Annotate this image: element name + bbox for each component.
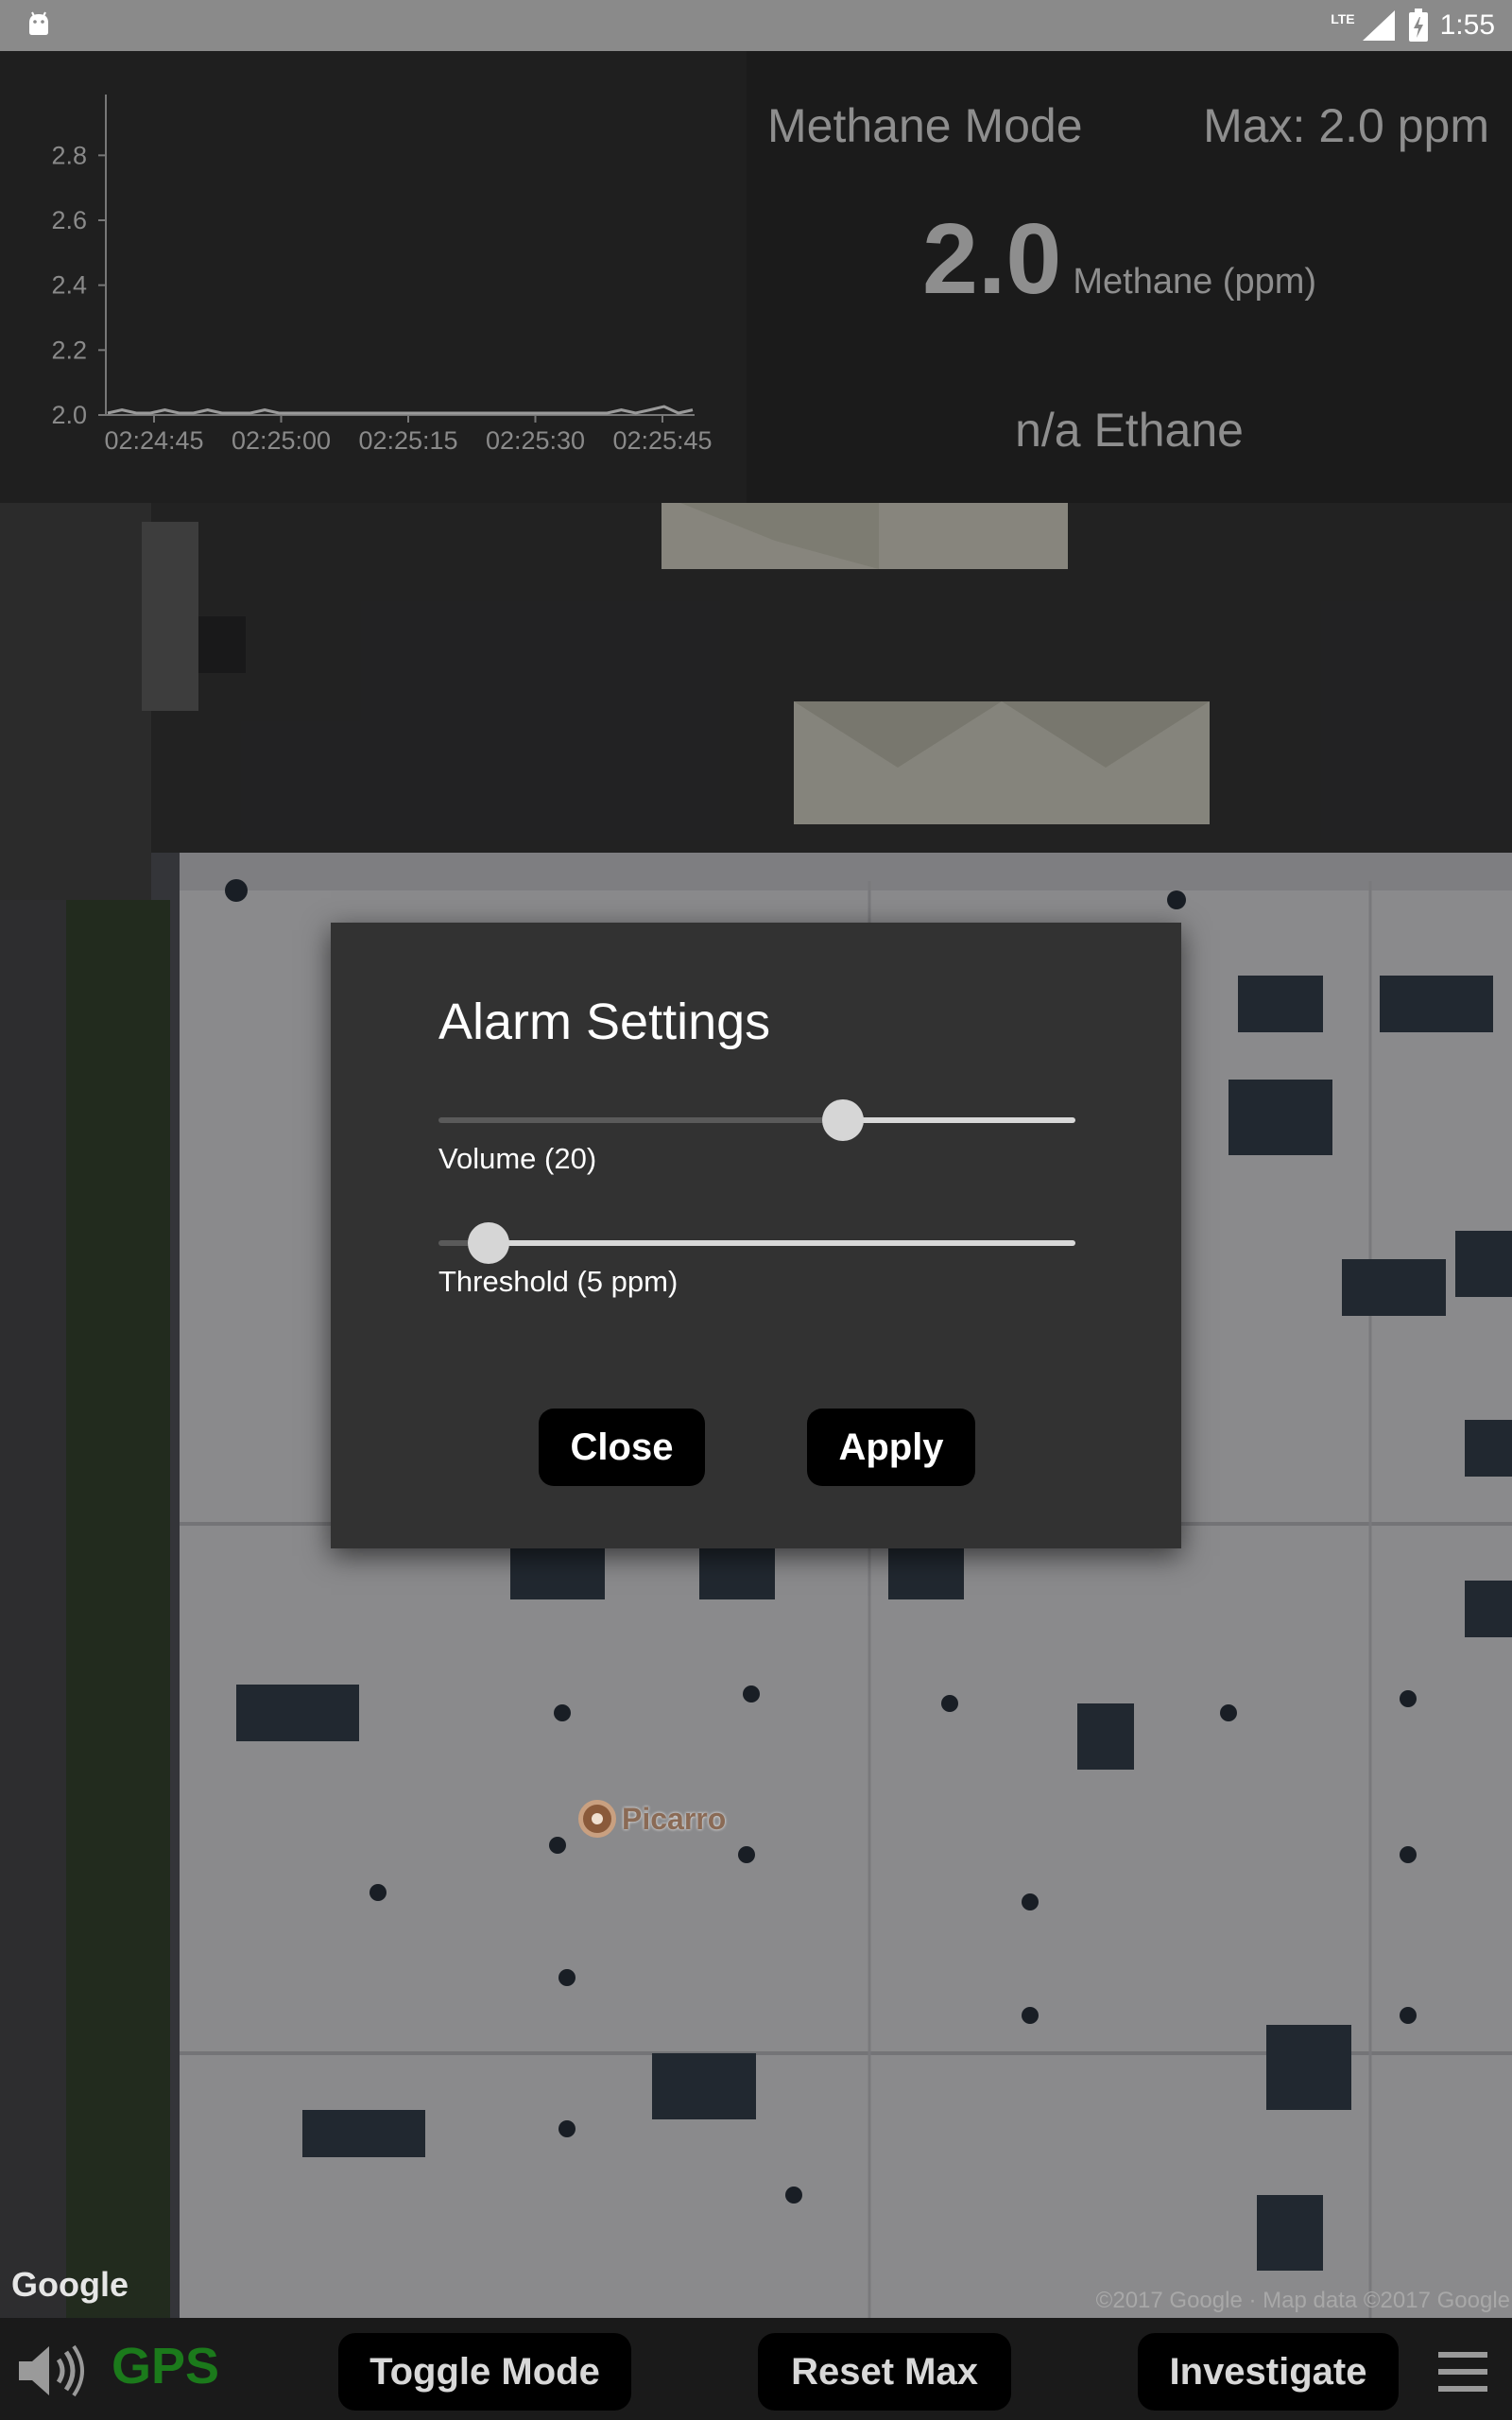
y-tick-label: 2.2 [51, 336, 87, 364]
threshold-slider[interactable] [438, 1219, 1075, 1267]
alarm-settings-dialog: Alarm Settings Volume (20) Threshold (5 … [331, 923, 1181, 1548]
x-tick-label: 02:24:45 [104, 426, 203, 455]
threshold-thumb[interactable] [467, 1222, 509, 1264]
volume-thumb[interactable] [821, 1099, 864, 1141]
reading-panel: Methane Mode Max: 2.0 ppm 2.0 Methane (p… [747, 51, 1512, 503]
methane-line-chart: 2.0 2.2 2.4 2.6 2.8 02:24:45 02:25:00 02:25:15 0… [51, 95, 713, 455]
volume-fill [438, 1117, 843, 1123]
reset-max-button[interactable]: Reset Max [758, 2333, 1011, 2411]
poi-label: Picarro [622, 1801, 727, 1836]
poi-marker[interactable]: Picarro [578, 1800, 726, 1838]
poi-pin-icon [578, 1800, 616, 1838]
android-icon [29, 11, 48, 35]
y-tick-label: 2.6 [51, 206, 87, 234]
x-tick-label: 02:25:30 [486, 426, 585, 455]
battery-icon [1408, 9, 1428, 42]
app-root: LTE 1:55 2.0 2.2 2.4 2.6 2.8 02:24:45 02:25:00… [0, 0, 1512, 2420]
google-logo: Google [11, 2265, 129, 2304]
series-line [107, 405, 694, 415]
max-reading: Max: 2.0 ppm [1203, 99, 1489, 152]
dialog-title: Alarm Settings [438, 994, 771, 1050]
methane-value: 2.0 [922, 203, 1062, 315]
x-tick-label: 02:25:15 [358, 426, 457, 455]
bottom-toolbar: GPS Toggle Mode Reset Max Investigate [0, 2318, 1512, 2420]
toggle-mode-button[interactable]: Toggle Mode [338, 2333, 631, 2411]
methane-chart-panel: 2.0 2.2 2.4 2.6 2.8 02:24:45 02:25:00 02:25:15 0… [0, 51, 747, 503]
gps-status: GPS [112, 2338, 220, 2394]
status-bar: LTE 1:55 [0, 0, 1512, 51]
threshold-label: Threshold (5 ppm) [438, 1265, 679, 1298]
y-tick-label: 2.4 [51, 271, 87, 300]
y-tick-label: 2.0 [51, 401, 87, 429]
volume-track [842, 1117, 1075, 1123]
clock: 1:55 [1439, 9, 1495, 41]
network-type: LTE [1331, 11, 1355, 26]
investigate-button[interactable]: Investigate [1138, 2333, 1399, 2411]
x-tick-label: 02:25:00 [232, 426, 331, 455]
threshold-fill [488, 1240, 1075, 1246]
volume-slider[interactable] [438, 1097, 1075, 1144]
volume-label: Volume (20) [438, 1142, 597, 1175]
menu-icon[interactable] [1438, 2352, 1487, 2392]
map-copyright: ©2017 Google · Map data ©2017 Google [1095, 2288, 1510, 2313]
x-tick-label: 02:25:45 [612, 426, 712, 455]
y-tick-label: 2.8 [51, 141, 87, 169]
signal-icon [1362, 10, 1395, 41]
speaker-icon[interactable] [17, 2344, 89, 2397]
methane-unit: Methane (ppm) [1073, 262, 1317, 302]
current-reading: 2.0 Methane (ppm) [922, 202, 1316, 317]
ethane-reading: n/a Ethane [1015, 404, 1244, 457]
mode-label: Methane Mode [767, 99, 1083, 152]
close-button[interactable]: Close [539, 1409, 705, 1486]
apply-button[interactable]: Apply [807, 1409, 975, 1486]
